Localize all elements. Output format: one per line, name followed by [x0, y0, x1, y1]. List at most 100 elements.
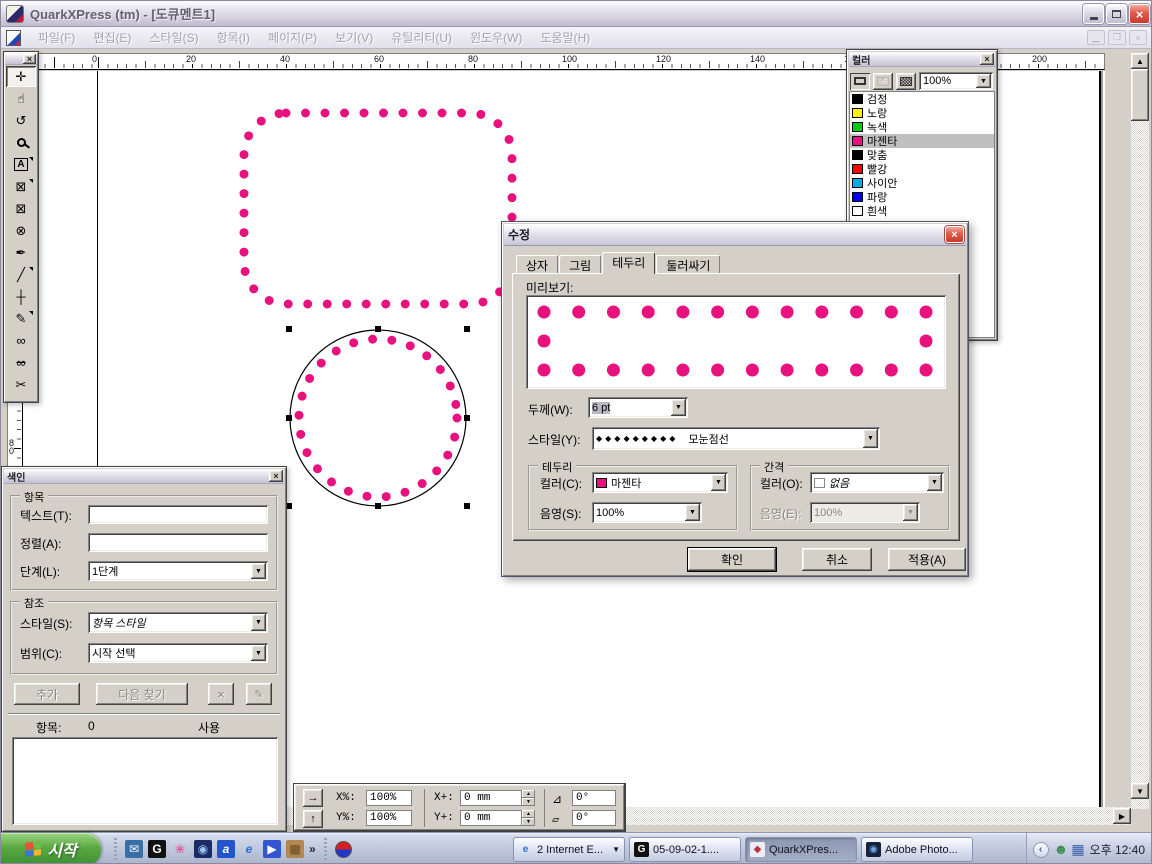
- chevron-down-icon[interactable]: ▼: [863, 429, 878, 448]
- index-entries-list[interactable]: [12, 737, 278, 825]
- internet-explorer-icon[interactable]: e: [240, 840, 258, 858]
- color-item-1[interactable]: 노랑: [850, 106, 994, 120]
- modify-dialog-titlebar[interactable]: 수정 ×: [504, 224, 966, 246]
- chevron-down-icon[interactable]: ▼: [251, 614, 266, 631]
- picture-icon[interactable]: ▩: [286, 840, 304, 858]
- color-item-8[interactable]: 흰색: [850, 204, 994, 218]
- selection-handle[interactable]: [375, 326, 381, 332]
- vertical-scroll-thumb[interactable]: [1131, 69, 1149, 121]
- chevron-down-icon[interactable]: ▼: [685, 504, 700, 521]
- mdi-minimize-button[interactable]: ▁: [1087, 30, 1105, 45]
- oval-picture-box-tool[interactable]: ⊗: [6, 220, 36, 241]
- background-mode-button[interactable]: [896, 73, 916, 90]
- flower-icon[interactable]: ❀: [171, 840, 189, 858]
- flip-vertical-button[interactable]: ↑: [303, 810, 323, 828]
- quarkxpress-icon[interactable]: G: [148, 840, 166, 858]
- spin-down-icon[interactable]: ▼: [522, 798, 535, 806]
- scroll-up-button[interactable]: ▲: [1131, 53, 1149, 69]
- frame-shade-combo[interactable]: 100% ▼: [592, 502, 702, 523]
- tool-palette-titlebar[interactable]: ×: [5, 53, 37, 65]
- taskbar-task-1[interactable]: G05-09-02-1....: [629, 837, 741, 862]
- menu-item-0[interactable]: 파일(F): [29, 27, 84, 48]
- ok-button[interactable]: 확인: [688, 548, 776, 571]
- color-item-4[interactable]: 맞춤: [850, 148, 994, 162]
- text-box-tool[interactable]: A: [6, 154, 36, 175]
- index-palette-titlebar[interactable]: 색인 ×: [4, 469, 284, 484]
- delete-entry-button[interactable]: ×: [208, 683, 234, 705]
- scroll-down-button[interactable]: ▼: [1131, 783, 1149, 799]
- vertical-scrollbar[interactable]: ▲ ▼: [1131, 53, 1149, 809]
- spin-up-icon[interactable]: ▲: [522, 790, 535, 798]
- color-item-2[interactable]: 녹색: [850, 120, 994, 134]
- tab-3[interactable]: 둘러싸기: [656, 255, 720, 274]
- bezier-picture-box-tool[interactable]: ✒: [6, 242, 36, 263]
- content-tool[interactable]: ☝: [6, 88, 36, 109]
- user-status-icon[interactable]: ☻: [1054, 841, 1069, 858]
- frame-color-combo[interactable]: 마젠타 ▼: [592, 472, 728, 493]
- chevron-down-icon[interactable]: ▼: [671, 399, 686, 416]
- colors-palette-close-icon[interactable]: ×: [980, 53, 994, 65]
- y-offset-stepper[interactable]: ▲▼: [522, 810, 535, 826]
- orthogonal-line-tool[interactable]: ┼: [6, 286, 36, 307]
- unlinking-tool[interactable]: ∞: [6, 352, 36, 373]
- menu-item-2[interactable]: 스타일(S): [140, 27, 207, 48]
- item-tool[interactable]: ✛: [6, 66, 36, 87]
- frame-mode-button[interactable]: [850, 73, 870, 90]
- edit-entry-button[interactable]: ✎: [246, 683, 272, 705]
- cancel-button[interactable]: 취소: [802, 548, 872, 571]
- korean-ime-icon[interactable]: [335, 841, 352, 858]
- color-item-3[interactable]: 마젠타: [850, 134, 994, 148]
- tab-0[interactable]: 상자: [516, 255, 558, 274]
- rotation-tool[interactable]: ↺: [6, 110, 36, 131]
- chevron-down-icon[interactable]: ▼: [251, 645, 266, 661]
- text-input[interactable]: [88, 505, 268, 524]
- sort-input[interactable]: [88, 533, 268, 552]
- taskbar-task-0[interactable]: e2 Internet E...▼: [513, 837, 625, 862]
- task-group-chevron-icon[interactable]: ▼: [612, 845, 620, 854]
- x-scale-field[interactable]: 100%: [366, 790, 412, 806]
- selection-handle[interactable]: [464, 326, 470, 332]
- x-offset-field[interactable]: 0 mm: [460, 790, 522, 806]
- apply-button[interactable]: 적용(A): [888, 548, 966, 571]
- x-offset-stepper[interactable]: ▲▼: [522, 790, 535, 806]
- tab-1[interactable]: 그림: [559, 255, 601, 274]
- document-window-icon[interactable]: [6, 30, 21, 46]
- toolbar-grip[interactable]: [324, 838, 327, 860]
- scissors-tool[interactable]: ✂: [6, 374, 36, 395]
- tray-chevron-icon[interactable]: ‹: [1033, 842, 1049, 858]
- rotation-field[interactable]: 0°: [572, 790, 616, 806]
- taskbar-task-2[interactable]: ◆QuarkXPres...: [745, 837, 857, 862]
- tool-palette-close-icon[interactable]: ×: [23, 54, 36, 64]
- close-button[interactable]: ×: [1129, 4, 1150, 24]
- find-next-button[interactable]: 다음 찾기: [96, 683, 188, 705]
- style-combo[interactable]: ◆◆◆◆◆◆◆◆◆ 모눈점선 ▼: [592, 427, 880, 450]
- mdi-restore-button[interactable]: ❐: [1108, 30, 1126, 45]
- chevron-down-icon[interactable]: ▼: [251, 563, 266, 579]
- oval-box-outline[interactable]: [290, 330, 466, 506]
- colors-palette-titlebar[interactable]: 컬러 ×: [849, 52, 995, 67]
- zoom-tool[interactable]: [6, 132, 36, 153]
- gap-color-combo[interactable]: 없음 ▼: [810, 472, 944, 493]
- selection-handle[interactable]: [464, 503, 470, 509]
- spin-up-icon[interactable]: ▲: [522, 810, 535, 818]
- chevron-down-icon[interactable]: ▼: [903, 504, 918, 521]
- selection-handle[interactable]: [375, 503, 381, 509]
- menu-item-5[interactable]: 보기(V): [326, 27, 382, 48]
- chevron-down-icon[interactable]: ▼: [927, 474, 942, 491]
- contents-mode-button[interactable]: [873, 73, 893, 90]
- minimize-button[interactable]: [1083, 4, 1104, 24]
- y-scale-field[interactable]: 100%: [366, 810, 412, 826]
- modify-dialog-close-icon[interactable]: ×: [945, 226, 964, 243]
- start-button[interactable]: 시작: [1, 833, 101, 864]
- network-icon[interactable]: ▦: [1071, 841, 1084, 858]
- rectangle-picture-box-tool[interactable]: ⊠: [6, 176, 36, 197]
- menu-item-7[interactable]: 윈도우(W): [461, 27, 531, 48]
- media-player-icon[interactable]: ◉: [194, 840, 212, 858]
- width-combo[interactable]: 6 pt ▼: [588, 397, 688, 418]
- spin-down-icon[interactable]: ▼: [522, 818, 535, 826]
- restore-button[interactable]: [1106, 4, 1127, 24]
- color-item-5[interactable]: 빨강: [850, 162, 994, 176]
- tab-2[interactable]: 테두리: [602, 252, 655, 274]
- mdi-close-button[interactable]: ×: [1129, 30, 1147, 45]
- y-offset-field[interactable]: 0 mm: [460, 810, 522, 826]
